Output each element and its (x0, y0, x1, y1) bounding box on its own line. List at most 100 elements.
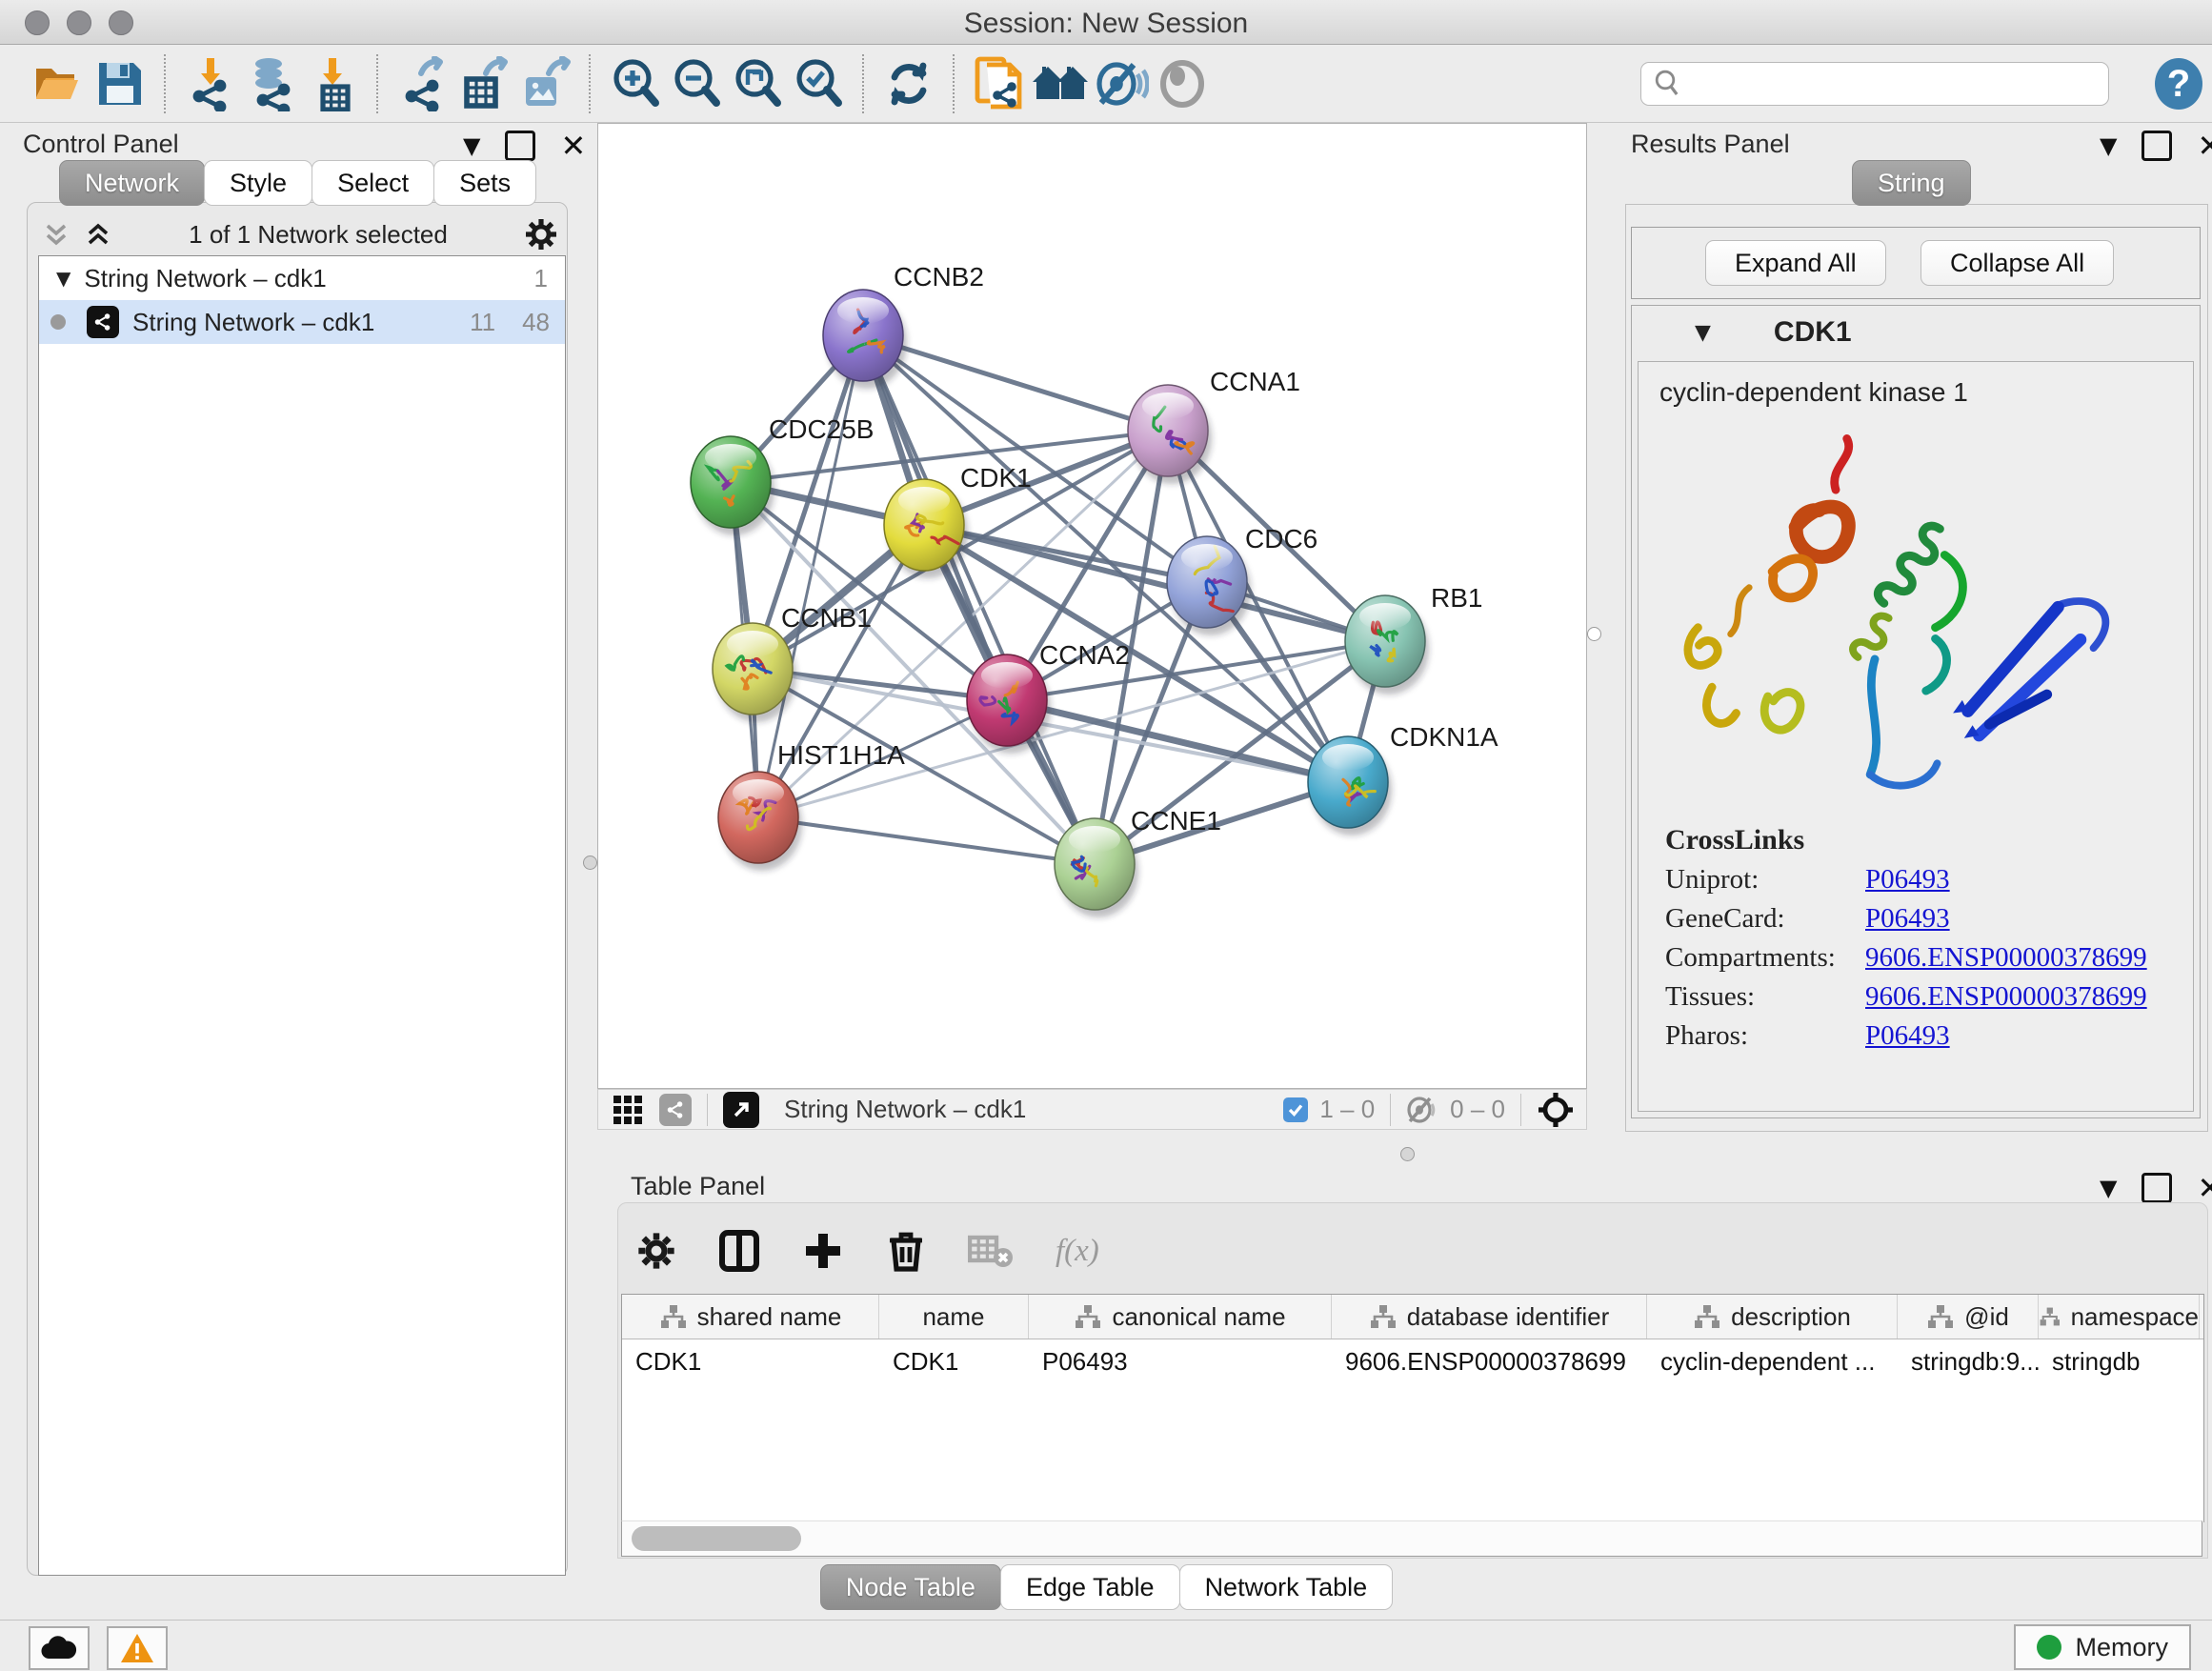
table-cell[interactable]: 9606.ENSP00000378699 (1332, 1339, 1647, 1383)
crosslink-row: Compartments:9606.ENSP00000378699 (1665, 942, 2193, 974)
network-collection-row[interactable]: ▼ String Network – cdk1 1 (39, 256, 565, 300)
help-button[interactable]: ? (2155, 58, 2202, 110)
zoom-out-button[interactable] (666, 54, 727, 113)
string-home-button[interactable] (1030, 54, 1091, 113)
table-cell[interactable]: P06493 (1029, 1339, 1332, 1383)
open-in-new-window-icon[interactable] (723, 1092, 759, 1128)
network-row-selected[interactable]: String Network – cdk1 11 48 (39, 300, 565, 344)
collection-expand-arrow-icon[interactable]: ▼ (56, 267, 70, 290)
column-header-label: database identifier (1407, 1302, 1609, 1332)
tab-style[interactable]: Style (204, 160, 312, 206)
show-glass-style-button[interactable] (1152, 54, 1213, 113)
control-panel-menu-button[interactable]: ▼ (463, 132, 480, 159)
edge-CCNB2-CCNA1[interactable] (863, 335, 1168, 431)
warnings-button[interactable] (107, 1626, 168, 1670)
vertical-splitter-right-handle[interactable] (1587, 627, 1601, 641)
table-options-gear-icon[interactable] (636, 1231, 676, 1271)
string-import-button[interactable] (969, 54, 1030, 113)
hidden-nodes-edges-count: 0 – 0 (1450, 1095, 1505, 1124)
results-panel-menu-button[interactable]: ▼ (2100, 132, 2117, 159)
tab-string-results[interactable]: String (1852, 160, 1971, 206)
node-CCNB2[interactable]: CCNB2 (823, 262, 984, 389)
tab-select[interactable]: Select (312, 160, 434, 206)
control-panel-close-button[interactable]: ✕ (560, 128, 586, 164)
open-session-button[interactable] (29, 54, 90, 113)
tab-edge-table[interactable]: Edge Table (1000, 1564, 1180, 1610)
show-columns-icon[interactable] (718, 1229, 760, 1273)
column-header-canonical-name[interactable]: canonical name (1029, 1295, 1332, 1339)
edge-CCNB2-CCNE1[interactable] (863, 335, 1095, 864)
column-header--id[interactable]: @id (1898, 1295, 2039, 1339)
crosslink-link[interactable]: 9606.ENSP00000378699 (1865, 981, 2147, 1013)
tab-node-table[interactable]: Node Table (820, 1564, 1001, 1610)
birds-eye-grid-icon[interactable] (612, 1094, 644, 1126)
network-selection-summary: 1 of 1 Network selected (112, 220, 524, 250)
column-header-database-identifier[interactable]: database identifier (1332, 1295, 1647, 1339)
tab-network-table[interactable]: Network Table (1179, 1564, 1394, 1610)
collapse-all-button[interactable]: Collapse All (1920, 240, 2114, 286)
node-table-row[interactable]: CDK1CDK1P064939606.ENSP00000378699cyclin… (622, 1339, 2203, 1383)
crosslink-link[interactable]: P06493 (1865, 1020, 1950, 1052)
column-header-shared-name[interactable]: shared name (622, 1295, 879, 1339)
expand-all-button[interactable]: Expand All (1705, 240, 1886, 286)
node-CCNE1[interactable]: CCNE1 (1055, 806, 1221, 917)
control-panel-float-button[interactable] (505, 131, 535, 161)
export-image-button[interactable] (514, 54, 575, 113)
table-horizontal-scrollbar[interactable] (621, 1520, 2202, 1557)
zoom-selected-button[interactable] (788, 54, 849, 113)
column-header-description[interactable]: description (1647, 1295, 1898, 1339)
memory-button[interactable]: Memory (2014, 1624, 2191, 1670)
network-share-icon[interactable] (659, 1094, 692, 1126)
export-table-button[interactable] (453, 54, 514, 113)
table-panel-menu-button[interactable]: ▼ (2100, 1175, 2117, 1201)
crosslinks-title: CrossLinks (1665, 824, 2193, 856)
crosslink-link[interactable]: 9606.ENSP00000378699 (1865, 942, 2147, 974)
table-cell[interactable]: CDK1 (879, 1339, 1029, 1383)
zoom-in-button[interactable] (605, 54, 666, 113)
gene-section-collapse-icon[interactable]: ▼ (1695, 321, 1711, 345)
table-cell[interactable]: stringdb (2039, 1339, 2200, 1383)
horizontal-splitter-handle[interactable] (1400, 1147, 1415, 1161)
add-column-plus-icon[interactable] (802, 1230, 844, 1272)
import-network-file-button[interactable] (180, 54, 241, 113)
tab-network[interactable]: Network (59, 160, 205, 206)
crosslink-link[interactable]: P06493 (1865, 864, 1950, 896)
column-header-namespace[interactable]: namespace (2039, 1295, 2200, 1339)
crosslink-link[interactable]: P06493 (1865, 903, 1950, 935)
protein-structure-image[interactable] (1650, 415, 2183, 815)
import-network-database-button[interactable] (241, 54, 302, 113)
collapse-all-tree-icon[interactable] (42, 220, 70, 249)
selected-nodes-checkbox[interactable] (1283, 1097, 1308, 1122)
network-options-gear-icon[interactable] (524, 217, 558, 252)
import-table-file-button[interactable] (302, 54, 363, 113)
export-network-button[interactable] (392, 54, 453, 113)
gene-details: cyclin-dependent kinase 1 (1638, 361, 2194, 1112)
edge-HIST1H1A-CCNE1[interactable] (758, 817, 1095, 864)
search-input[interactable] (1681, 69, 2085, 100)
node-HIST1H1A[interactable]: HIST1H1A (718, 740, 905, 871)
tab-sets[interactable]: Sets (433, 160, 536, 206)
cloud-status-button[interactable] (29, 1626, 90, 1670)
hide-glass-style-button[interactable] (1091, 54, 1152, 113)
zoom-fit-button[interactable] (727, 54, 788, 113)
table-panel-close-button[interactable]: ✕ (2197, 1170, 2212, 1206)
expand-all-tree-icon[interactable] (84, 220, 112, 249)
table-cell[interactable]: cyclin-dependent ... (1647, 1339, 1898, 1383)
save-session-button[interactable] (90, 54, 151, 113)
results-panel-close-button[interactable]: ✕ (2197, 128, 2212, 164)
vertical-splitter-left-handle[interactable] (583, 856, 597, 870)
node-CDKN1A[interactable]: CDKN1A (1308, 722, 1498, 836)
scrollbar-thumb[interactable] (632, 1526, 801, 1551)
table-cell[interactable]: stringdb:9... (1898, 1339, 2039, 1383)
table-cell[interactable]: CDK1 (622, 1339, 879, 1383)
node-CCNA1[interactable]: CCNA1 (1128, 367, 1300, 484)
current-network-title: String Network – cdk1 (784, 1095, 1026, 1124)
delete-column-trash-icon[interactable] (886, 1229, 926, 1273)
apply-layout-button[interactable] (878, 54, 939, 113)
network-canvas[interactable]: CCNB2CCNA1CDC25BCDK1CDC6RB1CCNB1CCNA2CDK… (597, 123, 1587, 1089)
fit-content-crosshair-icon[interactable] (1537, 1091, 1575, 1129)
node-RB1[interactable]: RB1 (1345, 583, 1482, 695)
table-panel-float-button[interactable] (2142, 1173, 2172, 1203)
results-panel-float-button[interactable] (2142, 131, 2172, 161)
column-header-name[interactable]: name (879, 1295, 1029, 1339)
